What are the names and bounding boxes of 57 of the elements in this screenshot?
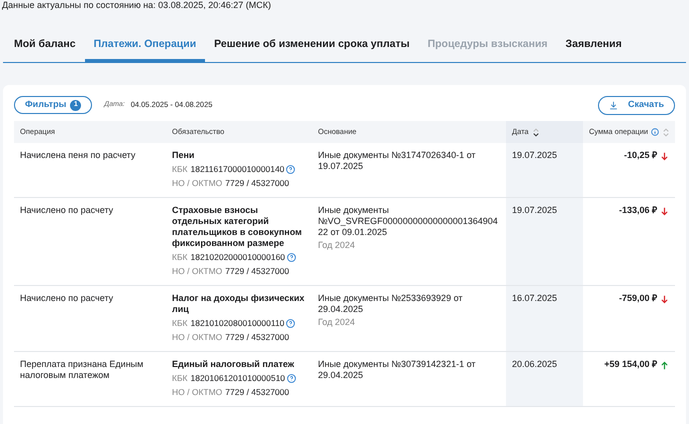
download-icon [609, 100, 618, 110]
info-icon[interactable] [651, 128, 660, 136]
basis-text: Иные документы №30739142321-1 от 29.04.2025 [318, 359, 477, 381]
obligation-title: Налог на доходы физических лиц [172, 293, 306, 315]
no-oktmo-label: НО / ОКТМО [172, 266, 222, 277]
obligation-title: Единый налоговый платеж [172, 359, 296, 370]
date-text: 19.07.2025 [512, 150, 558, 160]
date-text: 20.06.2025 [512, 359, 558, 369]
amount-text: -759,00 ₽ [618, 293, 657, 304]
kbk-code: 18201061201010000510 [190, 373, 286, 384]
basis-text: Иные документы №2533693929 от 29.04.2025 [318, 293, 464, 315]
no-oktmo-value: 7729 / 45327000 [225, 266, 290, 277]
year-text: Год 2024 [318, 317, 356, 328]
kbk-code: 18210102080010000110 [190, 318, 284, 329]
down-arrow-icon [660, 294, 669, 305]
help-icon[interactable] [286, 319, 296, 328]
tab[interactable]: Мой баланс [5, 30, 85, 62]
amount-text: -133,06 ₽ [618, 205, 657, 216]
operation-text: Начислено по расчету [20, 293, 114, 303]
no-oktmo-value: 7729 / 45327000 [225, 178, 290, 189]
no-oktmo-value: 7729 / 45327000 [225, 332, 290, 343]
amount-text: -10,25 ₽ [624, 150, 657, 161]
tab[interactable]: Решение об изменении срока уплаты [205, 30, 419, 62]
basis-text: Иные документы №31747026340-1 от 19.07.2025 [318, 150, 477, 172]
kbk-code: 18210202000010000160 [190, 252, 286, 263]
no-oktmo-label: НО / ОКТМО [172, 178, 222, 189]
help-icon[interactable] [287, 253, 296, 262]
date-text: 16.07.2025 [512, 293, 558, 303]
tab[interactable]: Заявления [556, 30, 631, 62]
down-arrow-icon [660, 206, 669, 217]
amount-text: +59 154,00 ₽ [604, 359, 657, 370]
no-oktmo-label: НО / ОКТМО [172, 387, 222, 398]
download-label: Скачать [628, 98, 664, 112]
kbk-code: 18211617000010000140 [190, 164, 284, 175]
help-icon[interactable] [286, 165, 296, 174]
operation-text: Переплата признана Единым налоговым платежом [20, 359, 144, 380]
no-oktmo-value: 7729 / 45327000 [225, 387, 290, 398]
help-icon[interactable] [287, 374, 296, 383]
operation-text: Начислено по расчету [20, 205, 114, 215]
no-oktmo-label: НО / ОКТМО [172, 332, 222, 343]
tab[interactable]: Платежи. Операции [84, 30, 206, 62]
kbk-label: КБК [172, 318, 188, 329]
kbk-label: КБК [172, 164, 188, 175]
year-text: Год 2024 [318, 240, 356, 251]
down-arrow-icon [660, 151, 669, 162]
operation-text: Начислена пеня по расчету [20, 150, 136, 160]
basis-text: Иные документы №VO_SVREGF0000000000000000136490422 от 09.01.2025 [318, 205, 499, 238]
obligation-title: Страховые взносы отдельных категорий плательщиков в совокупном фиксированном размере [172, 205, 303, 249]
kbk-label: КБК [172, 373, 188, 384]
date-text: 19.07.2025 [512, 205, 558, 215]
download-button[interactable]: Скачать [598, 96, 675, 114]
up-arrow-icon [660, 360, 669, 371]
data-status-text: Данные актуальны по состоянию на: 03.08.2025, 20:46:27 (МСК) [1, 0, 272, 10]
obligation-title: Пени [172, 150, 196, 161]
filters-label: Фильтры [25, 98, 66, 112]
kbk-label: КБК [172, 252, 188, 263]
sort-icon[interactable] [532, 128, 539, 136]
